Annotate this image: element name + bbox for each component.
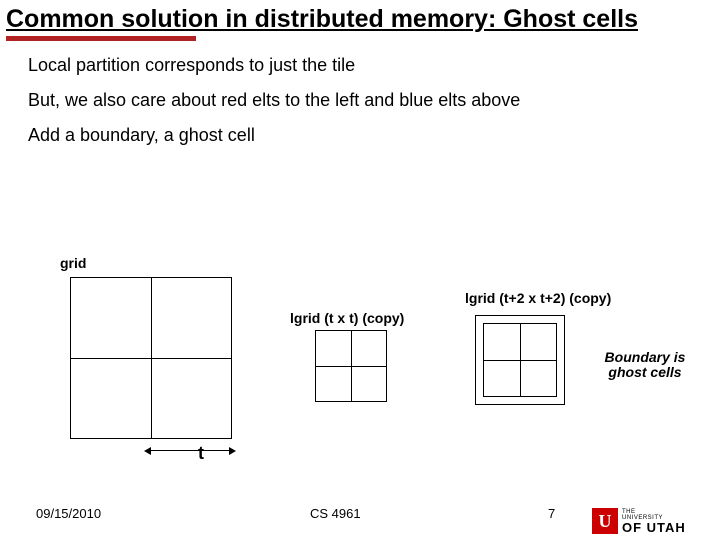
bullet-3: Add a boundary, a ghost cell xyxy=(28,125,708,146)
small-grid xyxy=(315,330,387,402)
bullet-2: But, we also care about red elts to the … xyxy=(28,90,708,111)
lgrid-txt-label: lgrid (t x t) (copy) xyxy=(290,310,404,326)
grid-label: grid xyxy=(60,255,86,271)
t-width-arrow xyxy=(150,450,230,451)
t-label: t xyxy=(198,443,204,464)
university-logo: U THE UNIVERSITY OF UTAH xyxy=(592,506,712,536)
footer-course: CS 4961 xyxy=(310,506,361,521)
lgrid-ghost-label: lgrid (t+2 x t+2) (copy) xyxy=(465,290,611,306)
logo-line3: OF UTAH xyxy=(622,521,686,534)
bullet-1: Local partition corresponds to just the … xyxy=(28,55,708,76)
big-grid xyxy=(70,277,232,439)
footer-page: 7 xyxy=(548,506,555,521)
ghost-grid xyxy=(475,315,565,405)
ghost-grid-inner xyxy=(483,323,557,397)
bullet-list: Local partition corresponds to just the … xyxy=(0,41,720,146)
ghost-note: Boundary is ghost cells xyxy=(590,350,700,381)
logo-text: THE UNIVERSITY OF UTAH xyxy=(622,509,686,534)
logo-u-icon: U xyxy=(592,508,618,534)
diagram-area: grid lgrid (t x t) (copy) lgrid (t+2 x t… xyxy=(0,255,720,485)
slide-title: Common solution in distributed memory: G… xyxy=(0,0,720,34)
footer-date: 09/15/2010 xyxy=(36,506,101,521)
